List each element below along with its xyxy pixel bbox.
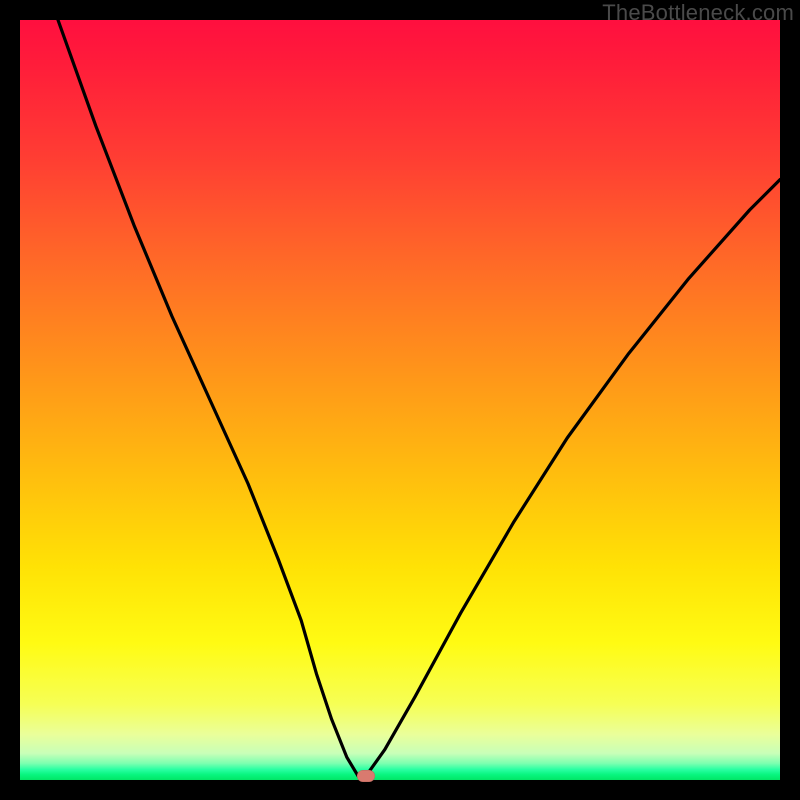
plot-area	[20, 20, 780, 780]
curve-svg	[20, 20, 780, 780]
bottleneck-curve-path	[58, 20, 780, 776]
bottleneck-marker	[357, 770, 375, 782]
chart-frame: TheBottleneck.com	[0, 0, 800, 800]
